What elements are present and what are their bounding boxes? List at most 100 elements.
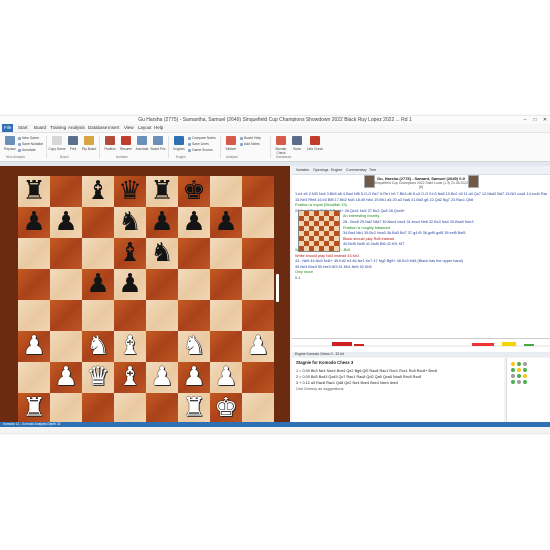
engine-line-1[interactable]: 1 = 0.00 Bb3 Ne4 Nxe4 Bxe4 Qe2 Bg6 Qf2 R… xyxy=(296,369,437,374)
white-bishop-icon[interactable]: ♝ xyxy=(118,362,141,393)
board-square[interactable]: ♝ xyxy=(82,176,114,207)
white-rook-icon[interactable]: ♜ xyxy=(22,393,45,424)
board-square[interactable]: ♞ xyxy=(114,207,146,238)
tab-engine[interactable]: Engine xyxy=(330,166,343,174)
black-pawn-icon[interactable]: ♟ xyxy=(54,207,77,238)
black-pawn-icon[interactable]: ♟ xyxy=(182,207,205,238)
black-king-icon[interactable]: ♚ xyxy=(182,176,205,207)
tab-openings[interactable]: Openings xyxy=(312,166,329,174)
board-square[interactable] xyxy=(178,269,210,300)
board-square[interactable]: ♟ xyxy=(18,331,50,362)
board-square[interactable] xyxy=(18,238,50,269)
board-square[interactable]: ♟ xyxy=(82,269,114,300)
board-square[interactable] xyxy=(114,393,146,424)
white-pawn-icon[interactable]: ♟ xyxy=(246,331,269,362)
board-square[interactable] xyxy=(18,300,50,331)
board-square[interactable] xyxy=(178,238,210,269)
notation-line[interactable]: 0-1 xyxy=(295,276,547,282)
board-square[interactable] xyxy=(242,362,274,393)
menu-help[interactable]: Help xyxy=(152,124,165,132)
white-rook-icon[interactable]: ♜ xyxy=(182,393,205,424)
ribbon-lets-check-button[interactable]: Lets Check xyxy=(307,135,323,157)
board-square[interactable] xyxy=(50,300,82,331)
board-square[interactable]: ♜ xyxy=(18,176,50,207)
menu-start[interactable]: Start xyxy=(16,124,30,132)
menu-board[interactable]: Board xyxy=(32,124,48,132)
ribbon-replace-button[interactable]: Replace xyxy=(3,135,17,157)
board-square[interactable]: ♝ xyxy=(114,238,146,269)
menu-file[interactable]: File xyxy=(2,124,14,132)
board-scrollbar[interactable] xyxy=(276,274,279,302)
board-square[interactable]: ♟ xyxy=(146,362,178,393)
ribbon-position-button[interactable]: Position xyxy=(103,135,117,157)
board-square[interactable]: ♟ xyxy=(50,207,82,238)
ribbon-add-notes[interactable]: Add Notes xyxy=(240,142,260,147)
ribbon-flip-board-button[interactable]: Flip Board xyxy=(82,135,96,157)
white-pawn-icon[interactable]: ♟ xyxy=(182,362,205,393)
board-square[interactable] xyxy=(146,269,178,300)
black-pawn-icon[interactable]: ♟ xyxy=(150,207,173,238)
white-knight-icon[interactable]: ♞ xyxy=(182,331,205,362)
board-square[interactable] xyxy=(242,393,274,424)
board-square[interactable] xyxy=(50,393,82,424)
diagram-thumbnail[interactable] xyxy=(298,210,340,252)
notation-line[interactable]: 1.e4 e5 2.Nf3 Nc6 3.Bb5 a6 4.Ba4 Nf6 5.O… xyxy=(295,192,547,198)
black-pawn-icon[interactable]: ♟ xyxy=(214,207,237,238)
close-button[interactable]: ✕ xyxy=(540,116,550,124)
board-square[interactable]: ♜ xyxy=(178,393,210,424)
evaluation-graph[interactable] xyxy=(292,338,550,353)
white-pawn-icon[interactable]: ♟ xyxy=(22,331,45,362)
board-square[interactable]: ♟ xyxy=(210,207,242,238)
white-pawn-icon[interactable]: ♟ xyxy=(54,362,77,393)
white-pawn-icon[interactable]: ♟ xyxy=(214,362,237,393)
ribbon-save-lines[interactable]: Save Lines xyxy=(188,142,209,147)
board-square[interactable] xyxy=(242,238,274,269)
board-square[interactable] xyxy=(210,269,242,300)
board-square[interactable]: ♟ xyxy=(178,362,210,393)
white-bishop-icon[interactable]: ♝ xyxy=(118,331,141,362)
black-pawn-icon[interactable]: ♟ xyxy=(22,207,45,238)
board-square[interactable] xyxy=(210,331,242,362)
board-square[interactable] xyxy=(50,238,82,269)
ribbon-compare-notes[interactable]: Compare Notes xyxy=(188,136,216,141)
black-knight-icon[interactable]: ♞ xyxy=(150,238,173,269)
ribbon-save-notation[interactable]: Save Notation xyxy=(18,142,43,147)
black-bishop-icon[interactable]: ♝ xyxy=(118,238,141,269)
ribbon-game-scores[interactable]: Game Scores xyxy=(188,148,213,153)
board-square[interactable]: ♚ xyxy=(178,176,210,207)
board-square[interactable] xyxy=(114,300,146,331)
board-square[interactable]: ♟ xyxy=(242,331,274,362)
black-pawn-icon[interactable]: ♟ xyxy=(86,269,109,300)
board-square[interactable] xyxy=(210,176,242,207)
ribbon-print-button[interactable]: Print xyxy=(66,135,80,157)
menu-analysis[interactable]: Analysis xyxy=(66,124,87,132)
board-square[interactable]: ♞ xyxy=(82,331,114,362)
tab-tree[interactable]: Tree xyxy=(368,166,377,174)
black-knight-icon[interactable]: ♞ xyxy=(118,207,141,238)
board-square[interactable]: ♛ xyxy=(114,176,146,207)
board-square[interactable]: ♜ xyxy=(146,176,178,207)
ribbon-kibitzer-button[interactable]: Kibitzer xyxy=(224,135,238,157)
board-square[interactable] xyxy=(146,393,178,424)
engine-line-3[interactable]: 3 + 0.12 a3 Rac8 Rac1 Qd8 Qe2 Ne4 Bxe4 B… xyxy=(296,381,398,386)
board-square[interactable] xyxy=(242,207,274,238)
board-square[interactable] xyxy=(18,362,50,393)
board-square[interactable]: ♟ xyxy=(146,207,178,238)
board-square[interactable] xyxy=(210,238,242,269)
board-square[interactable]: ♝ xyxy=(114,331,146,362)
board-square[interactable] xyxy=(210,300,242,331)
black-rook-icon[interactable]: ♜ xyxy=(150,176,173,207)
white-pawn-icon[interactable]: ♟ xyxy=(150,362,173,393)
board-square[interactable] xyxy=(242,176,274,207)
board-square[interactable]: ♞ xyxy=(178,331,210,362)
board-square[interactable]: ♞ xyxy=(146,238,178,269)
black-bishop-icon[interactable]: ♝ xyxy=(86,176,109,207)
board-square[interactable] xyxy=(242,300,274,331)
board-square[interactable]: ♝ xyxy=(114,362,146,393)
maximize-button[interactable]: □ xyxy=(530,116,540,124)
board-square[interactable] xyxy=(178,300,210,331)
ribbon-engines-button[interactable]: Engines xyxy=(172,135,186,157)
board-square[interactable]: ♛ xyxy=(82,362,114,393)
minimize-button[interactable]: – xyxy=(520,116,530,124)
white-queen-icon[interactable]: ♛ xyxy=(86,362,109,393)
